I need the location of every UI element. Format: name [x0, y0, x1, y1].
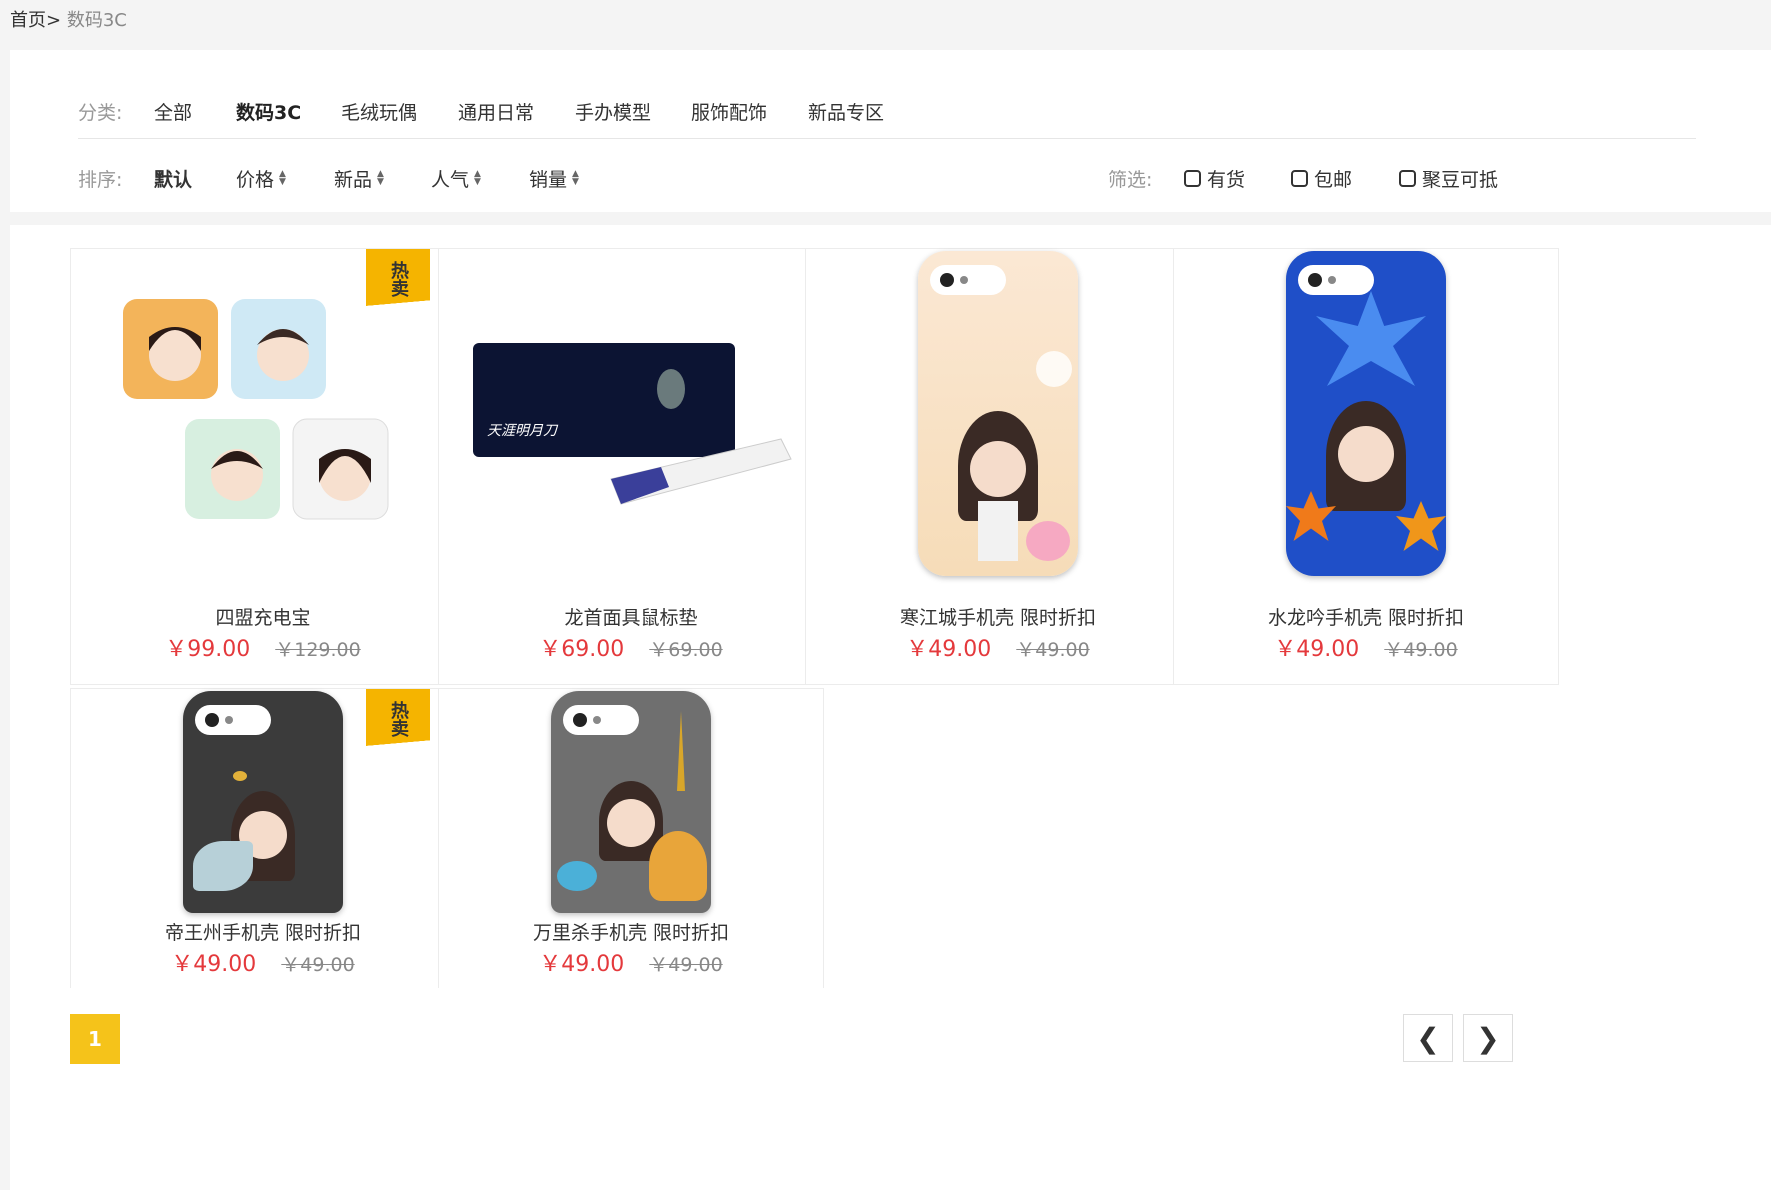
svg-text:天涯明月刀: 天涯明月刀 [487, 423, 559, 439]
product-name[interactable]: 万里杀手机壳 限时折扣 [439, 918, 823, 945]
product-prices: ￥49.00 ￥49.00 [439, 946, 823, 978]
chevron-right-icon: ❯ [1476, 1021, 1500, 1055]
category-apparel[interactable]: 服饰配饰 [691, 98, 767, 125]
product-card[interactable]: 天涯明月刀 龙首面具鼠标垫 ￥69.00 ￥69.00 [438, 248, 824, 685]
sort-label: 排序: [78, 168, 123, 191]
product-prices: ￥99.00 ￥129.00 [71, 631, 455, 663]
breadcrumb-home[interactable]: 首页> [10, 10, 61, 31]
product-prices: ￥69.00 ￥69.00 [439, 631, 823, 663]
checkbox-box[interactable] [1291, 169, 1308, 187]
checkbox-box[interactable] [1184, 169, 1201, 187]
category-daily[interactable]: 通用日常 [458, 98, 534, 125]
product-name[interactable]: 水龙吟手机壳 限时折扣 [1174, 603, 1558, 630]
product-old-price: ￥49.00 [281, 954, 355, 976]
product-name[interactable]: 四盟充电宝 [71, 603, 455, 630]
breadcrumb-current: 数码3C [66, 10, 127, 31]
category-new[interactable]: 新品专区 [808, 98, 884, 125]
sort-arrows-icon: ▲ ▼ [377, 169, 384, 187]
product-old-price: ￥49.00 [649, 954, 723, 976]
breadcrumb: 首页> 数码3C [10, 6, 127, 32]
product-old-price: ￥129.00 [275, 639, 361, 661]
product-old-price: ￥69.00 [649, 639, 723, 661]
sort-arrows-icon: ▲ ▼ [279, 169, 286, 187]
product-prices: ￥49.00 ￥49.00 [806, 631, 1190, 663]
product-card[interactable]: 万里杀手机壳 限时折扣 ￥49.00 ￥49.00 [438, 688, 824, 988]
product-card[interactable]: 热卖 帝王州手机壳 限时折扣 ￥49.00 ￥49.00 [70, 688, 456, 988]
product-prices: ￥49.00 ￥49.00 [71, 946, 455, 978]
product-price: ￥49.00 [171, 952, 257, 977]
product-prices: ￥49.00 ￥49.00 [1174, 631, 1558, 663]
product-image[interactable] [439, 689, 823, 919]
pagination-prev-button[interactable]: ❮ [1403, 1014, 1453, 1062]
product-old-price: ￥49.00 [1016, 639, 1090, 661]
hot-badge: 热卖 [366, 689, 430, 750]
product-name[interactable]: 寒江城手机壳 限时折扣 [806, 603, 1190, 630]
sort-arrows-icon: ▲ ▼ [474, 169, 481, 187]
pagination-next-button[interactable]: ❯ [1463, 1014, 1513, 1062]
product-image[interactable]: 天涯明月刀 [439, 249, 823, 579]
product-image[interactable] [806, 249, 1190, 579]
bean-deduct-checkbox[interactable]: 聚豆可抵 [1399, 165, 1498, 192]
product-price: ￥69.00 [539, 637, 625, 662]
category-plush[interactable]: 毛绒玩偶 [341, 98, 417, 125]
sift-label: 筛选: [1108, 168, 1153, 191]
sort-new[interactable]: 新品 ▲ ▼ [334, 165, 384, 192]
sort-arrows-icon: ▲ ▼ [572, 169, 579, 187]
free-shipping-checkbox[interactable]: 包邮 [1291, 165, 1352, 192]
product-image[interactable] [1174, 249, 1558, 579]
product-old-price: ￥49.00 [1384, 639, 1458, 661]
sort-sales[interactable]: 销量 ▲ ▼ [529, 165, 579, 192]
product-card[interactable]: 热卖 四盟充电宝 ￥99.00 ￥129.00 [70, 248, 456, 685]
product-price: ￥49.00 [906, 637, 992, 662]
category-figures[interactable]: 手办模型 [575, 98, 651, 125]
sort-popularity[interactable]: 人气 ▲ ▼ [431, 165, 481, 192]
in-stock-checkbox[interactable]: 有货 [1184, 165, 1245, 192]
hot-badge: 热卖 [366, 249, 430, 310]
product-card[interactable]: 水龙吟手机壳 限时折扣 ￥49.00 ￥49.00 [1173, 248, 1559, 685]
sort-row: 排序: 默认 价格 ▲ ▼ 新品 ▲ ▼ 人气 ▲ ▼ 销量 ▲ ▼ 筛选: 有货 包邮 聚豆可… [78, 158, 1696, 198]
product-name[interactable]: 帝王州手机壳 限时折扣 [71, 918, 455, 945]
product-price: ￥49.00 [539, 952, 625, 977]
sort-default[interactable]: 默认 [154, 165, 192, 192]
filter-panel: 分类: 全部 数码3C 毛绒玩偶 通用日常 手办模型 服饰配饰 新品专区 排序:… [10, 50, 1771, 212]
category-all[interactable]: 全部 [154, 98, 192, 125]
checkbox-box[interactable] [1399, 169, 1416, 187]
sort-price[interactable]: 价格 ▲ ▼ [236, 165, 286, 192]
category-row: 分类: 全部 数码3C 毛绒玩偶 通用日常 手办模型 服饰配饰 新品专区 [78, 84, 1696, 139]
pagination-current-page[interactable]: 1 [70, 1014, 120, 1064]
product-card[interactable]: 寒江城手机壳 限时折扣 ￥49.00 ￥49.00 [805, 248, 1191, 685]
product-name[interactable]: 龙首面具鼠标垫 [439, 603, 823, 630]
product-price: ￥49.00 [1274, 637, 1360, 662]
category-digital[interactable]: 数码3C [236, 98, 301, 125]
chevron-left-icon: ❮ [1416, 1021, 1440, 1055]
product-price: ￥99.00 [165, 637, 251, 662]
category-label: 分类: [78, 101, 123, 124]
